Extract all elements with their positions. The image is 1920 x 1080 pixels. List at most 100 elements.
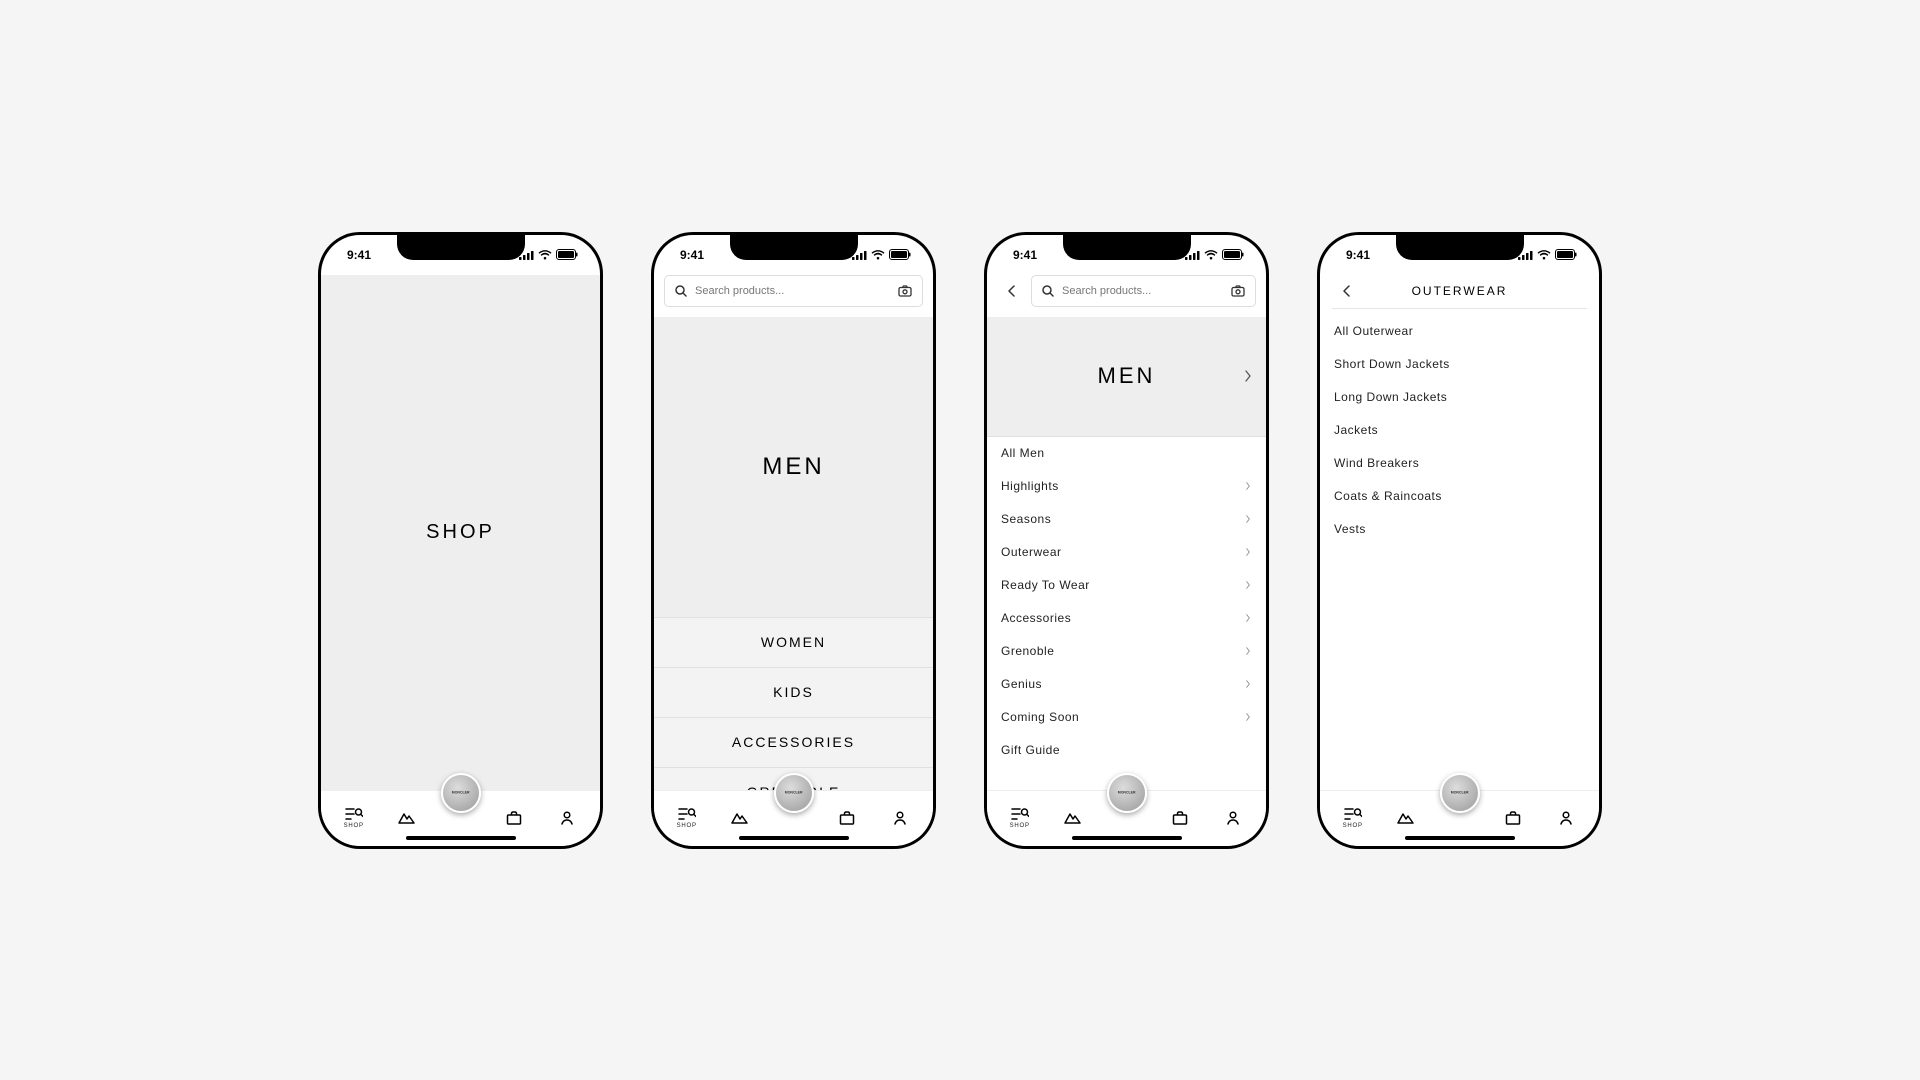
list-item[interactable]: Gift Guide xyxy=(987,734,1266,767)
tab-account[interactable] xyxy=(541,791,594,846)
list-item-label: Vests xyxy=(1334,522,1366,536)
brand-logo[interactable]: MONCLER xyxy=(1440,773,1480,813)
list-item[interactable]: Short Down Jackets xyxy=(1320,348,1599,381)
tab-label: SHOP xyxy=(1010,823,1030,829)
tab-shop[interactable]: SHOP xyxy=(993,791,1046,846)
list-item-label: Gift Guide xyxy=(1001,743,1060,757)
tab-account[interactable] xyxy=(1540,791,1593,846)
wifi-icon xyxy=(1537,250,1551,260)
device-notch xyxy=(397,235,525,260)
brand-logo[interactable]: MONCLER xyxy=(441,773,481,813)
brand-logo[interactable]: MONCLER xyxy=(774,773,814,813)
tab-label: SHOP xyxy=(344,823,364,829)
category-kids[interactable]: KIDS xyxy=(654,667,933,717)
status-indicators xyxy=(1185,249,1244,260)
tab-shop[interactable]: SHOP xyxy=(327,791,380,846)
list-item-label: Grenoble xyxy=(1001,644,1054,658)
wifi-icon xyxy=(538,250,552,260)
mountain-icon xyxy=(731,812,749,824)
home-indicator[interactable] xyxy=(1072,836,1182,840)
tab-shop[interactable]: SHOP xyxy=(1326,791,1379,846)
list-item[interactable]: All Outerwear xyxy=(1320,315,1599,348)
list-search-icon xyxy=(1344,807,1362,821)
brand-logo[interactable]: MONCLER xyxy=(1107,773,1147,813)
tab-account[interactable] xyxy=(1207,791,1260,846)
list-item[interactable]: Grenoble xyxy=(987,635,1266,668)
person-icon xyxy=(560,811,574,825)
battery-icon xyxy=(1555,249,1577,260)
bag-icon xyxy=(1172,811,1188,825)
category-women[interactable]: WOMEN xyxy=(654,617,933,667)
category-accessories[interactable]: ACCESSORIES xyxy=(654,717,933,767)
list-item[interactable]: Jackets xyxy=(1320,414,1599,447)
search-icon xyxy=(675,285,687,297)
list-item-label: Wind Breakers xyxy=(1334,456,1419,470)
search-icon xyxy=(1042,285,1054,297)
list-item[interactable]: Ready To Wear xyxy=(987,569,1266,602)
list-item[interactable]: Accessories xyxy=(987,602,1266,635)
mountain-icon xyxy=(398,812,416,824)
page-title: OUTERWEAR xyxy=(1412,284,1508,298)
back-button[interactable] xyxy=(1332,275,1360,307)
list-item-label: Highlights xyxy=(1001,479,1059,493)
list-item-label: Coats & Raincoats xyxy=(1334,489,1442,503)
phone-men-subcategories: 9:41 Search products... MEN xyxy=(984,232,1269,849)
bag-icon xyxy=(1505,811,1521,825)
list-item[interactable]: Vests xyxy=(1320,513,1599,546)
list-item-label: Outerwear xyxy=(1001,545,1062,559)
tab-shop[interactable]: SHOP xyxy=(660,791,713,846)
list-item[interactable]: Wind Breakers xyxy=(1320,447,1599,480)
hero-men[interactable]: MEN xyxy=(987,317,1266,437)
subcategory-list: All Men Highlights Seasons Outerwear Ready T… xyxy=(987,437,1266,790)
hero-shop[interactable]: SHOP xyxy=(321,275,600,790)
camera-icon[interactable] xyxy=(898,285,912,297)
list-item[interactable]: All Men xyxy=(987,437,1266,470)
camera-icon[interactable] xyxy=(1231,285,1245,297)
hero-label: MEN xyxy=(762,453,824,481)
search-input[interactable]: Search products... xyxy=(664,275,923,307)
list-item[interactable]: Long Down Jackets xyxy=(1320,381,1599,414)
list-item[interactable]: Genius xyxy=(987,668,1266,701)
chevron-right-icon xyxy=(1244,614,1252,622)
bag-icon xyxy=(839,811,855,825)
back-button[interactable] xyxy=(997,275,1025,307)
tab-label: SHOP xyxy=(1343,823,1363,829)
search-input[interactable]: Search products... xyxy=(1031,275,1256,307)
status-time: 9:41 xyxy=(680,248,704,262)
chevron-right-icon xyxy=(1244,482,1252,490)
tab-account[interactable] xyxy=(874,791,927,846)
list-search-icon xyxy=(345,807,363,821)
person-icon xyxy=(1559,811,1573,825)
list-item[interactable]: Seasons xyxy=(987,503,1266,536)
list-item-label: Coming Soon xyxy=(1001,710,1079,724)
battery-icon xyxy=(889,249,911,260)
device-notch xyxy=(1063,235,1191,260)
home-indicator[interactable] xyxy=(739,836,849,840)
list-item-label: Jackets xyxy=(1334,423,1378,437)
home-indicator[interactable] xyxy=(1405,836,1515,840)
chevron-right-icon xyxy=(1244,370,1252,382)
device-notch xyxy=(730,235,858,260)
person-icon xyxy=(893,811,907,825)
status-time: 9:41 xyxy=(1346,248,1370,262)
list-item[interactable]: Coats & Raincoats xyxy=(1320,480,1599,513)
list-item-label: Long Down Jackets xyxy=(1334,390,1447,404)
home-indicator[interactable] xyxy=(406,836,516,840)
chevron-right-icon xyxy=(1244,680,1252,688)
status-indicators xyxy=(519,249,578,260)
list-item-label: Accessories xyxy=(1001,611,1071,625)
category-men[interactable]: MEN xyxy=(654,317,933,617)
list-item-label: All Outerwear xyxy=(1334,324,1413,338)
list-item[interactable]: Outerwear xyxy=(987,536,1266,569)
mountain-icon xyxy=(1397,812,1415,824)
chevron-right-icon xyxy=(1244,548,1252,556)
wifi-icon xyxy=(871,250,885,260)
list-item[interactable]: Highlights xyxy=(987,470,1266,503)
list-item-label: Ready To Wear xyxy=(1001,578,1090,592)
list-item[interactable]: Coming Soon xyxy=(987,701,1266,734)
chevron-left-icon xyxy=(1342,284,1351,298)
hero-label: MEN xyxy=(1098,363,1156,389)
status-time: 9:41 xyxy=(1013,248,1037,262)
chevron-right-icon xyxy=(1244,647,1252,655)
status-time: 9:41 xyxy=(347,248,371,262)
